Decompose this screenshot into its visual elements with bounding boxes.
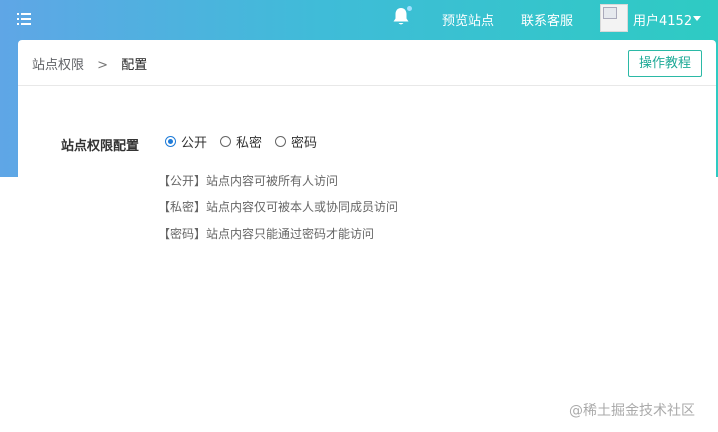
breadcrumb-parent[interactable]: 站点权限: [32, 58, 84, 73]
preview-site-link[interactable]: 预览站点: [442, 10, 494, 29]
contact-support-link[interactable]: 联系客服: [521, 10, 573, 29]
watermark: @稀土掘金技术社区: [569, 403, 695, 419]
chevron-down-icon[interactable]: [693, 16, 701, 21]
description-public: 【公开】站点内容可被所有人访问: [158, 174, 339, 188]
breadcrumb: 站点权限 > 配置: [32, 54, 147, 73]
notification-bell-icon[interactable]: [392, 6, 414, 29]
menu-icon[interactable]: [17, 12, 31, 26]
radio-private-circle[interactable]: [220, 135, 231, 147]
radio-private-label: 私密: [236, 135, 263, 151]
breadcrumb-separator: >: [97, 58, 109, 73]
radio-public-label: 公开: [181, 135, 208, 151]
description-password: 【密码】站点内容只能通过密码才能访问: [158, 227, 375, 241]
header-divider: [18, 85, 716, 86]
user-name[interactable]: 用户4152: [633, 10, 692, 29]
tutorial-button[interactable]: 操作教程: [628, 50, 702, 77]
description-private: 【私密】站点内容仅可被本人或协同成员访问: [158, 200, 399, 214]
radio-public-circle[interactable]: [165, 135, 176, 147]
radio-password-label: 密码: [291, 135, 318, 151]
top-header: 预览站点 联系客服 用户4152: [0, 0, 718, 40]
radio-password[interactable]: 密码: [275, 132, 318, 151]
radio-public[interactable]: 公开: [165, 132, 208, 151]
notification-dot: [407, 6, 412, 11]
radio-password-circle[interactable]: [275, 135, 286, 147]
breadcrumb-current: 配置: [121, 58, 148, 73]
radio-private[interactable]: 私密: [220, 132, 263, 151]
broken-image-icon: [603, 7, 617, 19]
permission-config-label: 站点权限配置: [61, 139, 140, 154]
content-card: 站点权限 > 配置 操作教程 站点权限配置 公开 私密 密码 【公开】站点内容可…: [18, 40, 716, 432]
avatar[interactable]: [600, 4, 628, 32]
